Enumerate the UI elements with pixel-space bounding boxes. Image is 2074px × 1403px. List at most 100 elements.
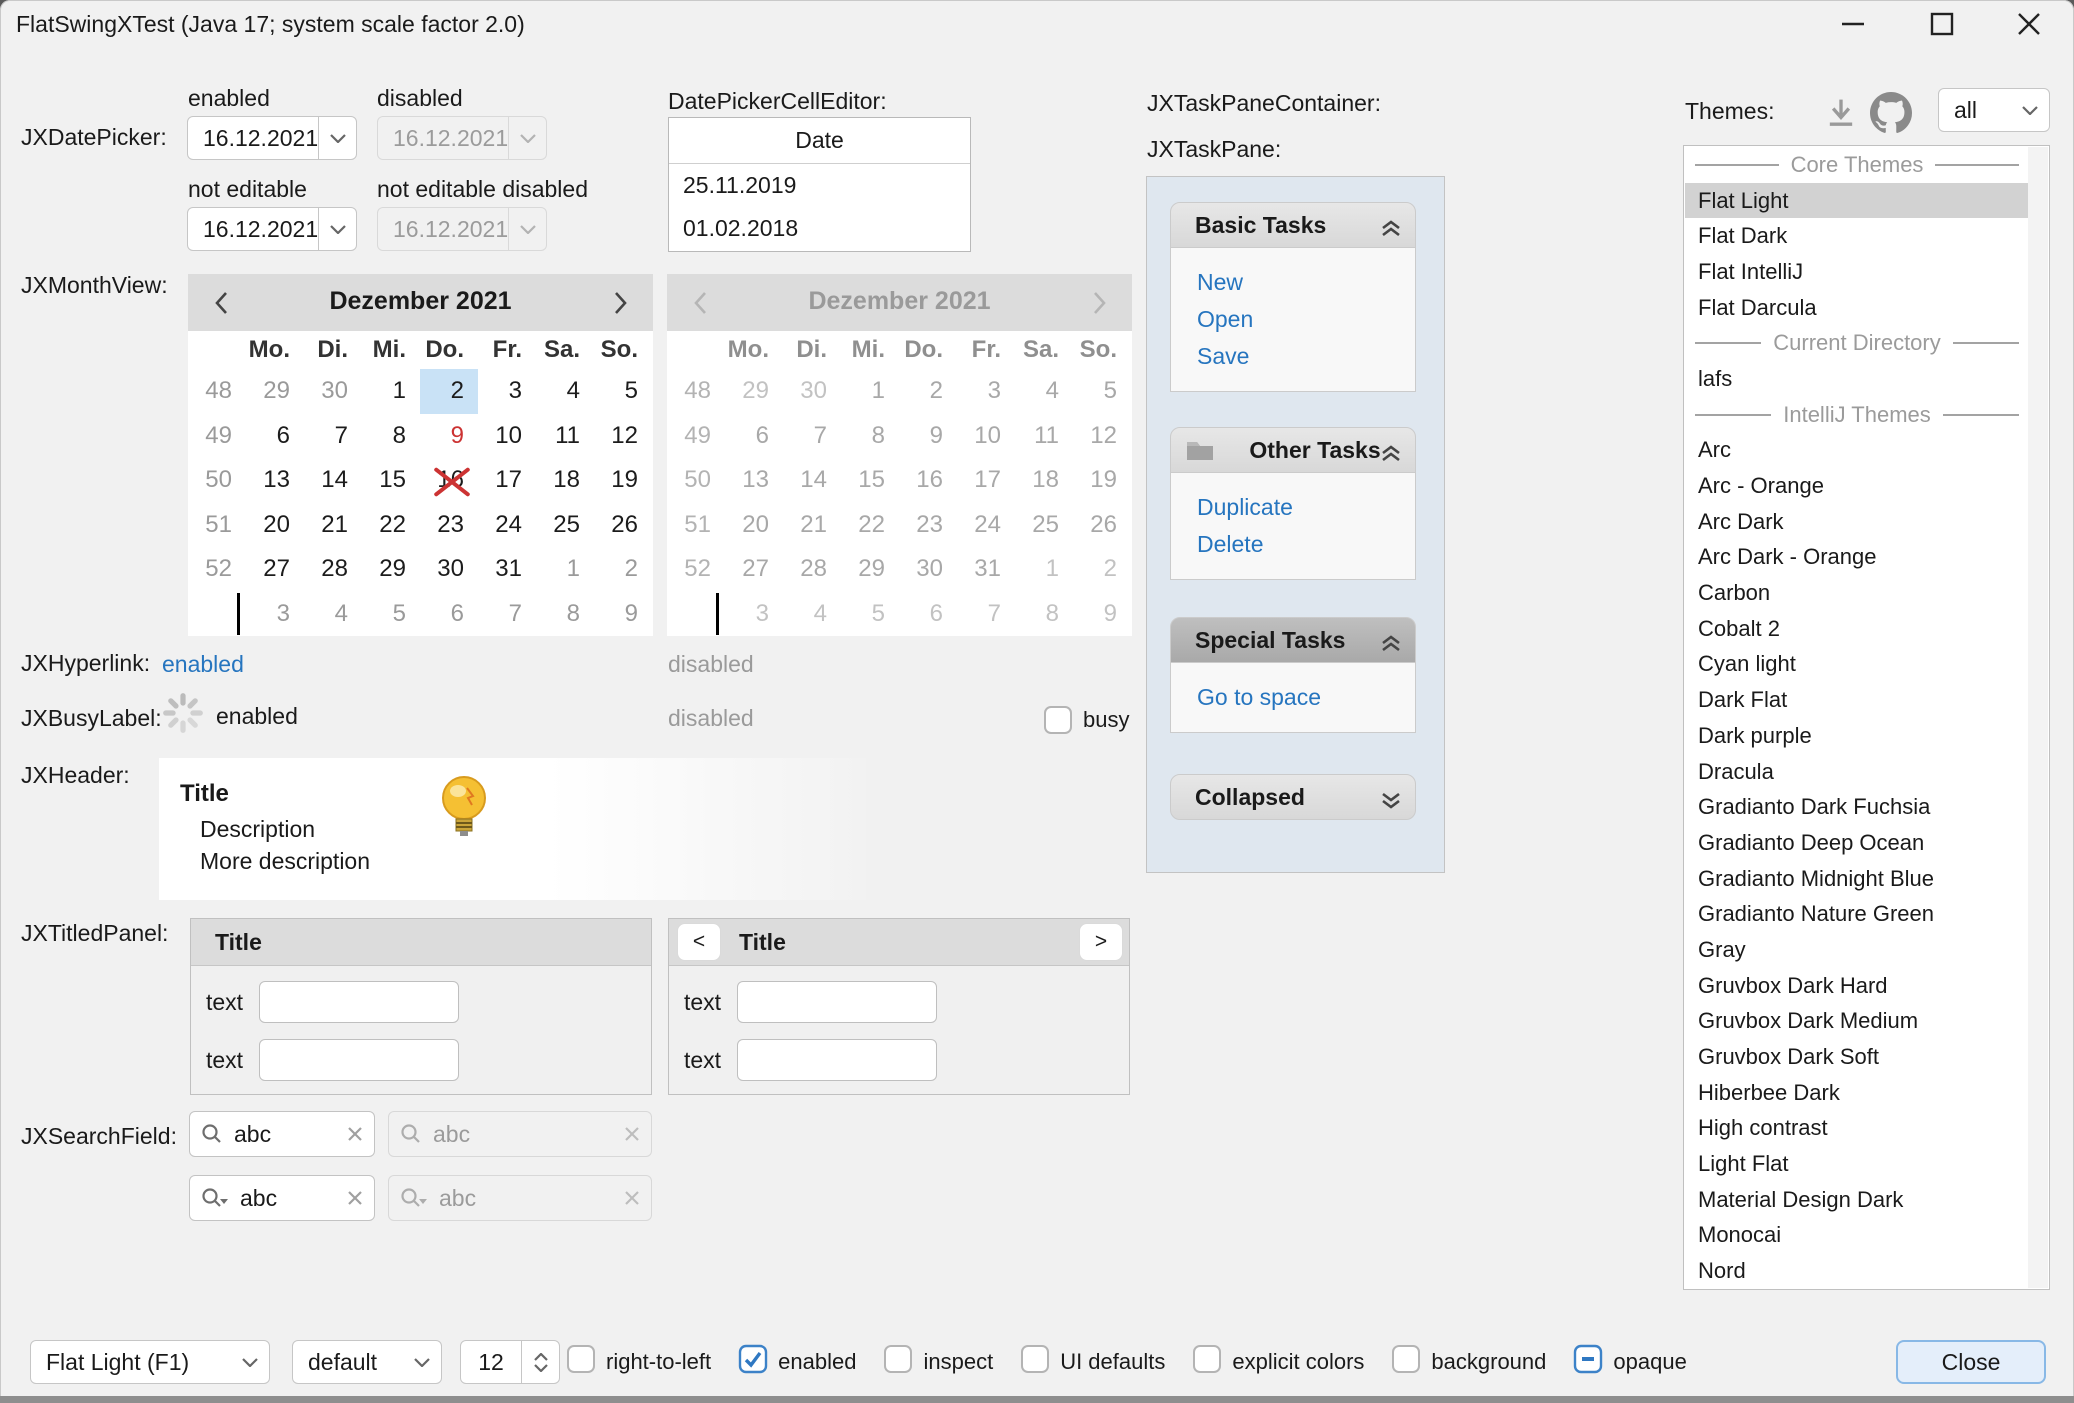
theme-list-item[interactable]: Dark Flat <box>1685 682 2029 718</box>
datepicker-enabled-dropdown[interactable] <box>318 117 356 159</box>
taskpane-header[interactable]: Collapsed <box>1170 774 1416 820</box>
calendar-day[interactable]: 8 <box>536 592 594 637</box>
theme-list-item[interactable]: Gradianto Deep Ocean <box>1685 825 2029 861</box>
task-link[interactable]: Go to space <box>1197 679 1415 716</box>
calendar-day[interactable]: 24 <box>478 503 536 548</box>
calendar-day[interactable]: 5 <box>594 369 652 414</box>
theme-list-item[interactable]: Arc <box>1685 433 2029 469</box>
theme-list-item[interactable]: High contrast <box>1685 1111 2029 1147</box>
datepicker-enabled[interactable]: 16.12.2021 <box>187 116 357 160</box>
theme-list-item[interactable]: Gruvbox Dark Medium <box>1685 1004 2029 1040</box>
spinner-buttons[interactable] <box>521 1341 559 1383</box>
task-link[interactable]: Save <box>1197 338 1415 375</box>
calendar-day[interactable]: 29 <box>362 547 420 592</box>
font-size-value[interactable]: 12 <box>461 1341 521 1383</box>
table-row[interactable]: 01.02.2018 <box>669 207 970 250</box>
theme-list-item[interactable]: Gradianto Nature Green <box>1685 896 2029 932</box>
themes-filter-combo[interactable]: all <box>1938 88 2050 132</box>
calendar-day[interactable]: 2 <box>594 547 652 592</box>
calendar-day[interactable]: 31 <box>478 547 536 592</box>
theme-list-item[interactable]: Flat Light <box>1685 183 2029 219</box>
search-field-enabled[interactable]: abc <box>189 1111 375 1157</box>
theme-list-item[interactable]: Light Flat <box>1685 1146 2029 1182</box>
theme-list-item[interactable]: Arc Dark <box>1685 504 2029 540</box>
theme-list-item[interactable]: Dark purple <box>1685 718 2029 754</box>
task-link[interactable]: Open <box>1197 301 1415 338</box>
close-window-button[interactable] <box>1998 0 2060 48</box>
calendar-day[interactable]: 7 <box>478 592 536 637</box>
font-size-spinner[interactable]: 12 <box>460 1340 560 1384</box>
theme-list-item[interactable]: Cyan light <box>1685 647 2029 683</box>
theme-list-item[interactable]: Gray <box>1685 932 2029 968</box>
theme-list-item[interactable]: Cobalt 2 <box>1685 611 2029 647</box>
text-input[interactable] <box>259 1039 459 1081</box>
theme-list-item[interactable]: Arc - Orange <box>1685 468 2029 504</box>
theme-list-item[interactable]: Material Design Dark <box>1685 1182 2029 1218</box>
calendar-day[interactable]: 9 <box>594 592 652 637</box>
calendar-day[interactable]: 8 <box>362 414 420 459</box>
text-input[interactable] <box>259 981 459 1023</box>
calendar-day[interactable]: 19 <box>594 458 652 503</box>
calendar-day[interactable]: 7 <box>304 414 362 459</box>
calendar-day[interactable]: 4 <box>304 592 362 637</box>
calendar-day[interactable]: 18 <box>536 458 594 503</box>
taskpane-header[interactable]: Special Tasks <box>1170 617 1416 663</box>
calendar-day[interactable]: 16 <box>420 458 478 503</box>
calendar-day[interactable]: 1 <box>362 369 420 414</box>
task-link[interactable]: New <box>1197 264 1415 301</box>
search-field-menu-enabled[interactable]: abc <box>189 1175 375 1221</box>
theme-list-item[interactable]: Dracula <box>1685 754 2029 790</box>
calendar-day[interactable]: 5 <box>362 592 420 637</box>
calendar-day[interactable]: 10 <box>478 414 536 459</box>
chevron-double-up-icon[interactable] <box>1381 217 1401 243</box>
calendar-day[interactable]: 25 <box>536 503 594 548</box>
theme-list-item[interactable]: Monocai <box>1685 1218 2029 1254</box>
theme-list-item[interactable]: Flat Dark <box>1685 218 2029 254</box>
search-icon[interactable] <box>200 1122 224 1146</box>
datepicker-noteditable[interactable]: 16.12.2021 <box>187 207 357 251</box>
calendar-day[interactable]: 26 <box>594 503 652 548</box>
checkbox-background[interactable]: background <box>1391 1344 1546 1380</box>
theme-list-item[interactable]: Hiberbee Dark <box>1685 1075 2029 1111</box>
calendar-day[interactable]: 15 <box>362 458 420 503</box>
table-row[interactable]: 25.11.2019 <box>669 164 970 207</box>
calendar-day[interactable]: 21 <box>304 503 362 548</box>
text-input[interactable] <box>737 981 937 1023</box>
theme-list-item[interactable]: Arc Dark - Orange <box>1685 540 2029 576</box>
laf-combo-dropdown[interactable] <box>231 1341 269 1383</box>
task-link[interactable]: Duplicate <box>1197 489 1415 526</box>
checkbox-ui-defaults[interactable]: UI defaults <box>1020 1344 1165 1380</box>
titledpanel-prev-button[interactable]: < <box>677 923 721 961</box>
themes-list-scrollbar[interactable] <box>2028 147 2048 1288</box>
taskpane-header[interactable]: Basic Tasks <box>1170 202 1416 248</box>
calendar-day[interactable]: 2 <box>420 369 478 414</box>
theme-list-item[interactable]: lafs <box>1685 361 2029 397</box>
calendar-day[interactable]: 30 <box>304 369 362 414</box>
font-style-value[interactable]: default <box>293 1349 403 1376</box>
calendar-day[interactable]: 29 <box>246 369 304 414</box>
next-month-button[interactable] <box>601 284 639 322</box>
task-link[interactable]: Delete <box>1197 526 1415 563</box>
checkbox-opaque[interactable]: opaque <box>1573 1344 1686 1380</box>
themes-filter-dropdown[interactable] <box>2011 89 2049 131</box>
minimize-button[interactable] <box>1822 0 1884 48</box>
download-themes-button[interactable] <box>1822 94 1860 132</box>
chevron-double-up-icon[interactable] <box>1381 442 1401 468</box>
github-button[interactable] <box>1870 92 1912 134</box>
themes-filter-value[interactable]: all <box>1939 97 2011 124</box>
datepicker-noteditable-value[interactable]: 16.12.2021 <box>188 216 318 243</box>
close-button[interactable]: Close <box>1896 1340 2046 1384</box>
calendar-day[interactable]: 6 <box>246 414 304 459</box>
calendar-day[interactable]: 1 <box>536 547 594 592</box>
checkbox-explicit-colors[interactable]: explicit colors <box>1192 1344 1364 1380</box>
theme-list-item[interactable]: Nord <box>1685 1253 2029 1288</box>
calendar-day[interactable]: 9 <box>420 414 478 459</box>
taskpane-header[interactable]: Other Tasks <box>1170 427 1416 473</box>
calendar-day[interactable]: 22 <box>362 503 420 548</box>
theme-list-item[interactable]: Flat IntelliJ <box>1685 254 2029 290</box>
datepicker-noteditable-dropdown[interactable] <box>318 208 356 250</box>
hyperlink-enabled[interactable]: enabled <box>162 651 244 678</box>
search-menu-icon[interactable] <box>200 1186 230 1210</box>
theme-list-item[interactable]: Gruvbox Dark Soft <box>1685 1039 2029 1075</box>
chevron-double-down-icon[interactable] <box>1381 789 1401 815</box>
